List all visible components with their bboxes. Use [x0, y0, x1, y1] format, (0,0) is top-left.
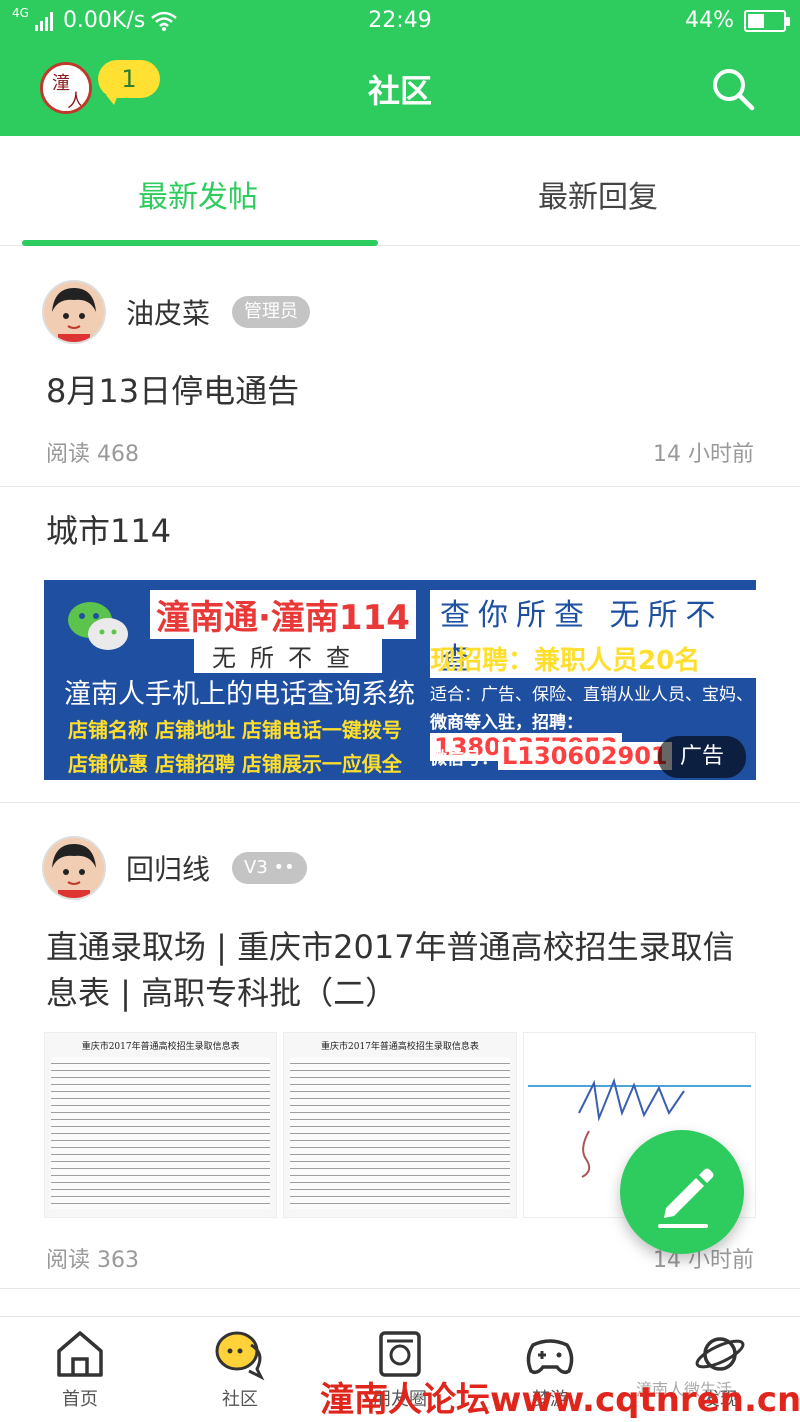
post-time: 14 小时前 [653, 442, 754, 467]
thumbnail-caption: 重庆市2017年普通高校招生录取信息表 [81, 1042, 240, 1052]
new-post-button[interactable] [620, 1130, 744, 1254]
tab-latest-replies[interactable]: 最新回复 [538, 172, 658, 216]
cartoon-face-icon [44, 282, 104, 342]
ad-wechat-label: 微信号： [430, 749, 498, 769]
ad-features-1: 店铺名称 店铺地址 店铺电话一键拨号 [68, 718, 402, 742]
ad-wechat-id: L130602901 [498, 742, 672, 770]
post-author[interactable]: 油皮菜 管理员 [44, 282, 311, 342]
search-button[interactable] [710, 66, 756, 112]
avatar[interactable] [44, 282, 104, 342]
nav-community[interactable]: 社区 [180, 1327, 300, 1411]
post-author[interactable]: 回归线 V3 •• [44, 838, 307, 898]
nav-home[interactable]: 首页 [20, 1327, 140, 1411]
read-count: 阅读 363 [46, 1248, 139, 1273]
thumbnail-image[interactable]: 重庆市2017年普通高校招生录取信息表 [283, 1032, 517, 1218]
nav-label: 首页 [62, 1389, 98, 1410]
post-title[interactable]: 城市114 [46, 508, 171, 554]
ad-description: 潼南人手机上的电话查询系统 [64, 679, 415, 710]
level-badge: V3 •• [232, 852, 307, 884]
app-header: 4G 0.00K/s 22:49 44% 潼 人 1 社区 [0, 0, 800, 136]
battery-percent: 44% [685, 8, 734, 33]
ad-features-2: 店铺优惠 店铺招聘 店铺展示一应俱全 [68, 752, 402, 776]
pencil-icon [658, 1168, 714, 1228]
thumbnail-image[interactable]: 重庆市2017年普通高校招生录取信息表 [44, 1032, 278, 1218]
table-lines [290, 1057, 510, 1209]
handwriting-graphic [577, 1077, 685, 1122]
home-icon [57, 1331, 103, 1377]
ad-banner[interactable]: 潼南通·潼南114 无所不查 潼南人手机上的电话查询系统 店铺名称 店铺地址 店… [44, 580, 756, 780]
wechat-icon [68, 602, 128, 650]
role-badge: 管理员 [232, 296, 311, 328]
tab-latest-posts[interactable]: 最新发帖 [138, 172, 258, 216]
sketch-figure-icon [581, 1130, 590, 1178]
author-name[interactable]: 回归线 [126, 848, 210, 888]
post-title[interactable]: 8月13日停电通告 [46, 368, 299, 414]
battery-level [748, 13, 764, 28]
post-title[interactable]: 直通录取场 | 重庆市2017年普通高校招生录取信息表 | 高职专科批（二） [46, 924, 756, 1016]
divider [0, 1288, 800, 1289]
ad-label-badge: 广告 [658, 736, 746, 778]
avatar[interactable] [44, 838, 104, 898]
chat-bubble-icon [215, 1331, 265, 1381]
ad-brand: 潼南通·潼南114 [150, 590, 416, 639]
tab-indicator [22, 240, 378, 246]
site-watermark: 潼南人论坛www.cqtnren.cn [320, 1380, 800, 1420]
read-count: 阅读 468 [46, 442, 139, 467]
ad-detail: 适合：广告、保险、直销从业人员、宝妈、 [430, 685, 753, 705]
search-icon [713, 69, 755, 111]
status-time: 22:49 [368, 8, 432, 33]
battery-icon [744, 9, 790, 32]
cartoon-face-icon [44, 838, 104, 898]
author-name[interactable]: 油皮菜 [126, 292, 210, 332]
page-title: 社区 [367, 72, 432, 110]
thumbnail-caption: 重庆市2017年普通高校招生录取信息表 [321, 1042, 479, 1052]
divider [0, 486, 800, 487]
nav-label: 社区 [222, 1389, 258, 1410]
ad-slogan: 无所不查 [194, 638, 382, 673]
table-lines [51, 1057, 271, 1209]
divider [0, 802, 800, 803]
ad-phone-label: 微商等入驻，招聘： [430, 713, 583, 733]
ad-wechat-line: 微信号： L130602901 [430, 742, 672, 770]
ad-hire: 现招聘：兼职人员20名 [430, 646, 701, 676]
status-bar: 4G 0.00K/s 22:49 44% [0, 0, 800, 42]
tab-bar: 最新发帖 最新回复 [0, 136, 800, 246]
